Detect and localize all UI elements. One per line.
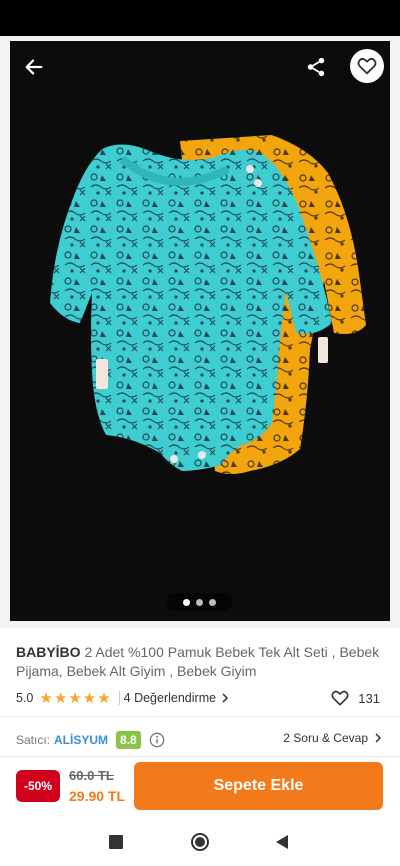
- recent-apps-button[interactable]: [104, 830, 128, 854]
- qa-count: 2 Soru & Cevap: [283, 731, 368, 745]
- triangle-back-icon: [276, 835, 288, 849]
- gallery-pagination: [166, 593, 232, 611]
- share-button[interactable]: [300, 51, 332, 83]
- favorite-button[interactable]: [350, 49, 384, 83]
- arrow-left-icon: [25, 59, 43, 75]
- chevron-right-icon: [222, 693, 229, 703]
- star-icon: ★: [39, 689, 53, 707]
- star-icon: ★: [68, 689, 82, 707]
- brand-name[interactable]: BABYİBO: [16, 644, 81, 660]
- pagination-dot-1[interactable]: [182, 598, 190, 606]
- star-icon: ★: [53, 689, 68, 707]
- chevron-right-icon: [375, 733, 382, 743]
- back-button[interactable]: [18, 51, 50, 83]
- favorites-count: 131: [358, 690, 380, 706]
- heart-outline-icon: [357, 57, 377, 75]
- back-nav-button[interactable]: [270, 830, 294, 854]
- product-image: [50, 135, 366, 474]
- system-navigation-bar: [0, 818, 400, 866]
- questions-answers-link[interactable]: 2 Soru & Cevap: [283, 731, 384, 745]
- reviews-count: 4 Değerlendirme: [123, 691, 217, 705]
- divider: [118, 691, 120, 705]
- share-icon: [307, 57, 325, 77]
- favorites-counter[interactable]: 131: [330, 688, 380, 708]
- rating-stars: ★ ★ ★ ★ ★: [39, 691, 110, 706]
- add-to-cart-button[interactable]: Sepete Ekle: [134, 762, 383, 810]
- divider: [0, 716, 400, 717]
- circle-icon: [191, 833, 209, 851]
- star-icon: ★: [97, 689, 111, 707]
- rating-row: 5.0 ★ ★ ★ ★ ★ 4 Değerlendirme 131: [16, 688, 384, 708]
- purchase-bar: -50% 60.0 TL 29.90 TL Sepete Ekle: [0, 756, 400, 818]
- square-icon: [109, 835, 123, 849]
- reviews-link[interactable]: 4 Değerlendirme: [124, 691, 231, 705]
- product-image-gallery[interactable]: [10, 41, 390, 621]
- new-price: 29.90 TL: [69, 788, 126, 804]
- seller-row: Satıcı: ALİSYUM 8.8 2 Soru & Cevap: [16, 729, 384, 751]
- pagination-dot-3[interactable]: [208, 598, 216, 606]
- seller-name-link[interactable]: ALİSYUM: [54, 733, 108, 747]
- discount-badge: -50%: [16, 770, 60, 802]
- star-icon: ★: [82, 689, 97, 707]
- home-button[interactable]: [188, 830, 212, 854]
- heart-outline-icon: [331, 690, 349, 706]
- seller-label: Satıcı:: [16, 733, 51, 747]
- status-bar: [0, 0, 400, 36]
- old-price: 60.0 TL: [69, 768, 114, 783]
- info-circle-icon[interactable]: [149, 732, 165, 748]
- pagination-dot-2[interactable]: [195, 598, 203, 606]
- rating-score: 5.0: [16, 691, 34, 705]
- seller-score-badge: 8.8: [116, 731, 141, 749]
- product-title: BABYİBO 2 Adet %100 Pamuk Bebek Tek Alt …: [16, 643, 388, 681]
